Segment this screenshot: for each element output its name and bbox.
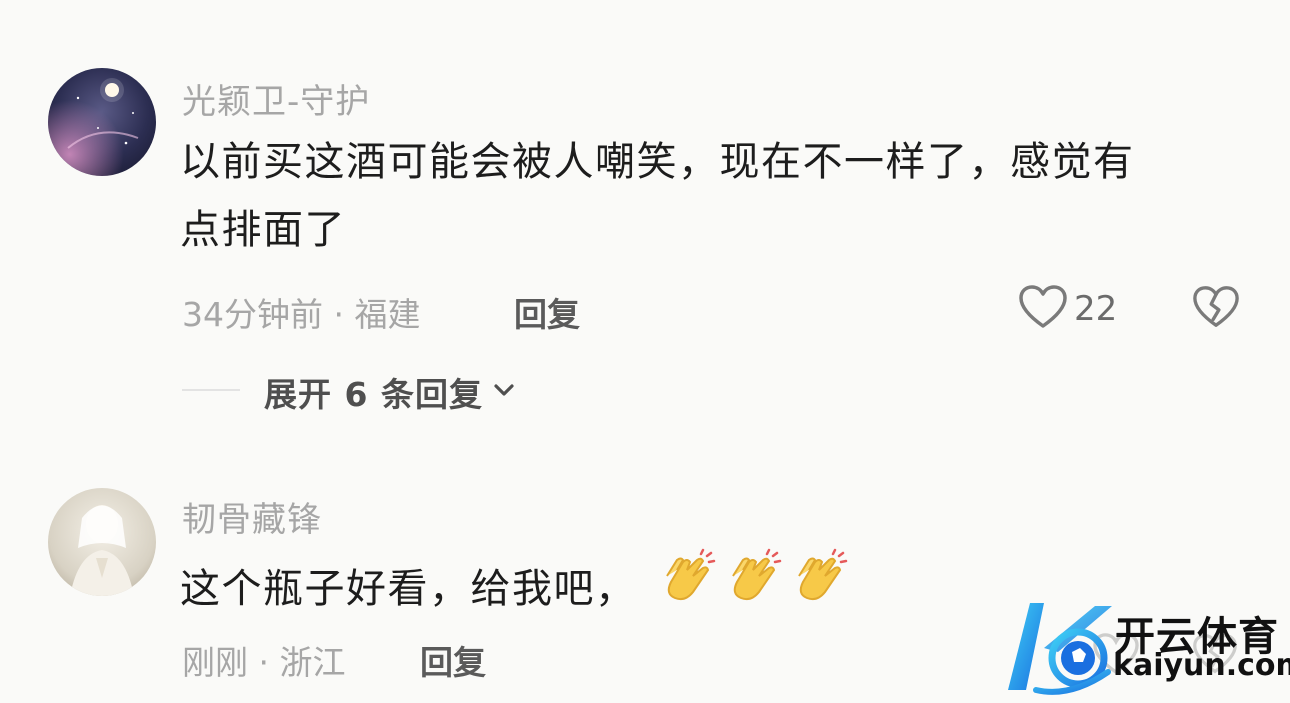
dislike-button[interactable] (1192, 284, 1240, 334)
reply-button[interactable]: 回复 (420, 636, 486, 684)
username[interactable]: 韧骨藏锋 (182, 492, 322, 541)
avatar[interactable] (48, 68, 156, 176)
username[interactable]: 光颖卫-守护 (182, 74, 370, 123)
expand-replies-button[interactable]: 展开 6 条回复 (264, 368, 515, 416)
comment-text-line: 点排面了 (180, 207, 346, 253)
clapping-hands-icon (657, 548, 717, 629)
watermark-domain: kaiyun.com (1113, 648, 1290, 683)
like-button[interactable]: 22 (1018, 284, 1117, 334)
comment-meta: 34分钟前 · 福建 (182, 295, 421, 334)
broken-heart-icon (1192, 286, 1240, 334)
emoji-group (657, 548, 849, 629)
clapping-hands-icon (789, 548, 849, 629)
clapping-hands-icon (723, 548, 783, 629)
comment-meta: 刚刚 · 浙江 (182, 643, 346, 682)
heart-icon (1018, 284, 1068, 334)
expand-replies-label: 展开 6 条回复 (264, 375, 483, 414)
comment-text-line: 以前买这酒可能会被人嘲笑，现在不一样了，感觉有 (180, 139, 1135, 185)
divider-line (182, 389, 240, 391)
watermark-logo: 开云体育 kaiyun.com (1000, 598, 1290, 698)
like-count: 22 (1074, 289, 1118, 329)
kaiyun-logo-icon (1000, 598, 1120, 702)
comment-text: 这个瓶子好看，给我吧， (180, 548, 849, 629)
reply-button[interactable]: 回复 (514, 288, 580, 336)
avatar[interactable] (48, 488, 156, 596)
comment-text-line: 这个瓶子好看，给我吧， (180, 565, 637, 612)
chevron-down-icon (493, 382, 515, 402)
comment-text: 以前买这酒可能会被人嘲笑，现在不一样了，感觉有 点排面了 (180, 128, 1135, 264)
